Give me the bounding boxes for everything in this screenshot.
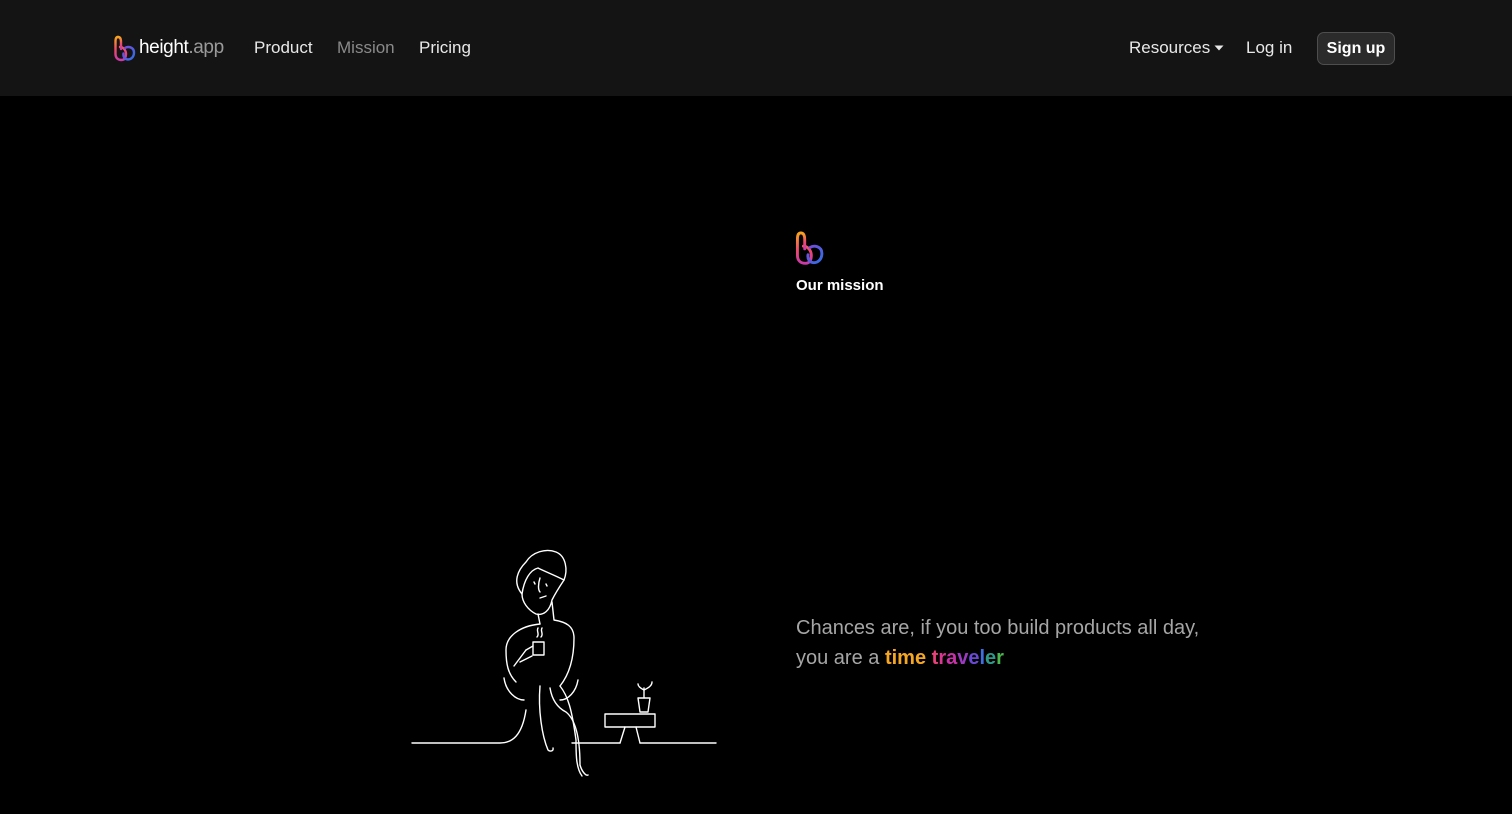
traveler-letter: v: [957, 647, 969, 669]
caret-down-icon: [1214, 45, 1224, 51]
traveler-letter: e: [968, 647, 980, 669]
highlight-time-word: time: [884, 647, 927, 669]
tagline-line-2-prefix: you are a: [796, 647, 880, 669]
nav-link-mission[interactable]: Mission: [337, 36, 395, 60]
nav-login-link[interactable]: Log in: [1246, 36, 1292, 60]
brand-wordmark: height.app: [139, 34, 224, 62]
brand-name-text: height: [139, 37, 189, 58]
tagline-line-1: Chances are, if you too build products a…: [796, 617, 1200, 639]
nav-link-pricing[interactable]: Pricing: [419, 36, 471, 60]
tagline-line-2: you are a time traveler: [796, 643, 1316, 673]
nav-resources-label: Resources: [1129, 38, 1211, 57]
nav-resources-dropdown[interactable]: Resources: [1129, 36, 1224, 60]
signup-button[interactable]: Sign up: [1317, 32, 1395, 65]
section-label-our-mission: Our mission: [796, 277, 884, 294]
traveler-letter: r: [996, 647, 1004, 669]
top-navbar: height.app Product Mission Pricing Resou…: [0, 0, 1512, 96]
height-logo-icon: [114, 35, 136, 62]
height-logo-icon: [795, 231, 824, 265]
nav-link-product[interactable]: Product: [254, 36, 313, 60]
highlight-traveler-word: traveler: [932, 647, 1004, 669]
brand-tld-text: .app: [188, 37, 224, 58]
traveler-letter: e: [985, 647, 997, 669]
traveler-letter: a: [946, 647, 958, 669]
brand-logo-link[interactable]: height.app: [114, 34, 224, 62]
traveler-letter: r: [938, 647, 947, 669]
mission-tagline: Chances are, if you too build products a…: [796, 613, 1316, 673]
person-drinking-coffee-illustration: [411, 549, 717, 777]
